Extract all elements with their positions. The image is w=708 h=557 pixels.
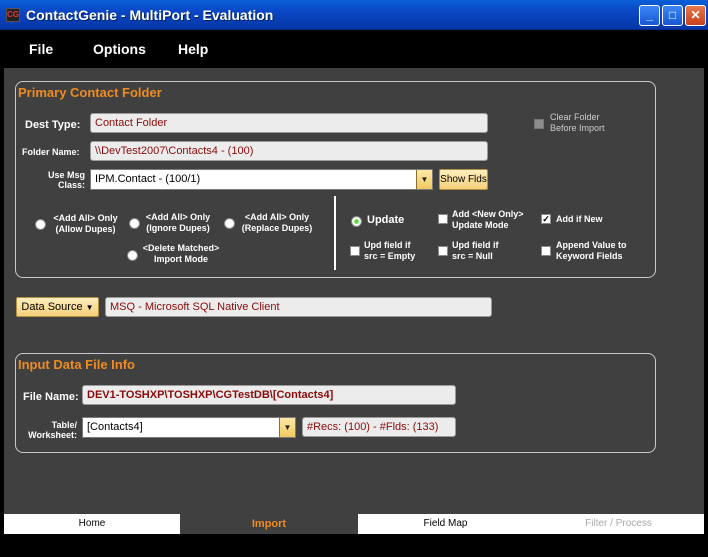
- data-source-button[interactable]: Data Source ▼: [16, 297, 99, 317]
- table-worksheet-combo[interactable]: [Contacts4] ▼: [82, 417, 296, 438]
- add-new-only-label: Add <New Only> Update Mode: [452, 209, 524, 230]
- close-button[interactable]: ✕: [685, 5, 706, 26]
- add-all-ignore-radio[interactable]: [129, 218, 140, 229]
- menu-help[interactable]: Help: [178, 41, 208, 57]
- append-keyword-label: Append Value to Keyword Fields: [556, 240, 627, 261]
- folder-name-field[interactable]: \\DevTest2007\Contacts4 - (100): [90, 141, 488, 161]
- data-source-label: Data Source: [21, 301, 83, 313]
- update-label: Update: [367, 214, 405, 226]
- clear-folder-checkbox[interactable]: [534, 119, 544, 129]
- panel-title: Input Data File Info: [18, 357, 135, 372]
- mode-divider: [334, 196, 336, 270]
- table-worksheet-label: Table/ Worksheet:: [28, 420, 77, 440]
- bottom-tabs: Home Import Field Map Filter / Process: [4, 514, 704, 534]
- append-keyword-checkbox[interactable]: [541, 246, 551, 256]
- add-all-replace-label: <Add All> Only (Replace Dupes): [241, 212, 313, 233]
- tab-home[interactable]: Home: [4, 514, 180, 534]
- folder-name-label: Folder Name:: [22, 147, 80, 157]
- show-flds-button[interactable]: Show Flds: [439, 169, 488, 190]
- primary-contact-folder-panel: Primary Contact Folder Dest Type: Contac…: [15, 81, 656, 278]
- maximize-button[interactable]: □: [662, 5, 683, 26]
- table-worksheet-value: [Contacts4]: [87, 421, 143, 433]
- add-all-replace-radio[interactable]: [224, 218, 235, 229]
- minimize-button[interactable]: _: [639, 5, 660, 26]
- dropdown-arrow-icon: ▼: [85, 303, 94, 312]
- tab-filter-process: Filter / Process: [533, 514, 704, 534]
- main-area: Primary Contact Folder Dest Type: Contac…: [4, 68, 704, 514]
- menu-bar: File Options Help: [0, 30, 708, 68]
- panel-title: Primary Contact Folder: [18, 85, 162, 100]
- upd-null-checkbox[interactable]: [438, 246, 448, 256]
- recs-info-field: #Recs: (100) - #Flds: (133): [302, 417, 456, 437]
- add-all-ignore-label: <Add All> Only (Ignore Dupes): [145, 212, 211, 233]
- menu-options[interactable]: Options: [93, 41, 146, 57]
- add-if-new-label: Add if New: [556, 214, 603, 224]
- file-name-field[interactable]: DEV1-TOSHXP\TOSHXP\CGTestDB\[Contacts4]: [82, 385, 456, 405]
- menu-file[interactable]: File: [29, 41, 53, 57]
- chevron-down-icon[interactable]: ▼: [416, 170, 432, 189]
- window-title: ContactGenie - MultiPort - Evaluation: [26, 7, 274, 23]
- add-new-only-checkbox[interactable]: [438, 214, 448, 224]
- add-all-allow-radio[interactable]: [35, 219, 46, 230]
- upd-null-label: Upd field if src = Null: [452, 240, 499, 261]
- app-icon: CG: [6, 8, 20, 22]
- delete-matched-radio[interactable]: [127, 250, 138, 261]
- file-name-label: File Name:: [23, 391, 79, 403]
- msg-class-label: Use Msg Class:: [47, 170, 85, 190]
- input-data-file-panel: Input Data File Info File Name: DEV1-TOS…: [15, 353, 656, 453]
- add-if-new-checkbox[interactable]: ✓: [541, 214, 551, 224]
- dest-type-label: Dest Type:: [25, 119, 81, 131]
- msg-class-value: IPM.Contact - (100/1): [95, 173, 201, 185]
- chevron-down-icon[interactable]: ▼: [279, 418, 295, 437]
- title-bar: CG ContactGenie - MultiPort - Evaluation…: [0, 0, 708, 30]
- msg-class-combo[interactable]: IPM.Contact - (100/1) ▼: [90, 169, 433, 190]
- update-radio[interactable]: [351, 216, 362, 227]
- upd-empty-label: Upd field if src = Empty: [364, 240, 416, 261]
- clear-folder-label: Clear Folder Before Import: [550, 112, 605, 133]
- tab-field-map[interactable]: Field Map: [358, 514, 533, 534]
- add-all-allow-label: <Add All> Only (Allow Dupes): [53, 213, 118, 234]
- upd-empty-checkbox[interactable]: [350, 246, 360, 256]
- delete-matched-label: <Delete Matched> Import Mode: [142, 243, 220, 264]
- dest-type-field[interactable]: Contact Folder: [90, 113, 488, 133]
- tab-import[interactable]: Import: [180, 514, 358, 534]
- data-source-field[interactable]: MSQ - Microsoft SQL Native Client: [105, 297, 492, 317]
- status-bar: [0, 534, 708, 557]
